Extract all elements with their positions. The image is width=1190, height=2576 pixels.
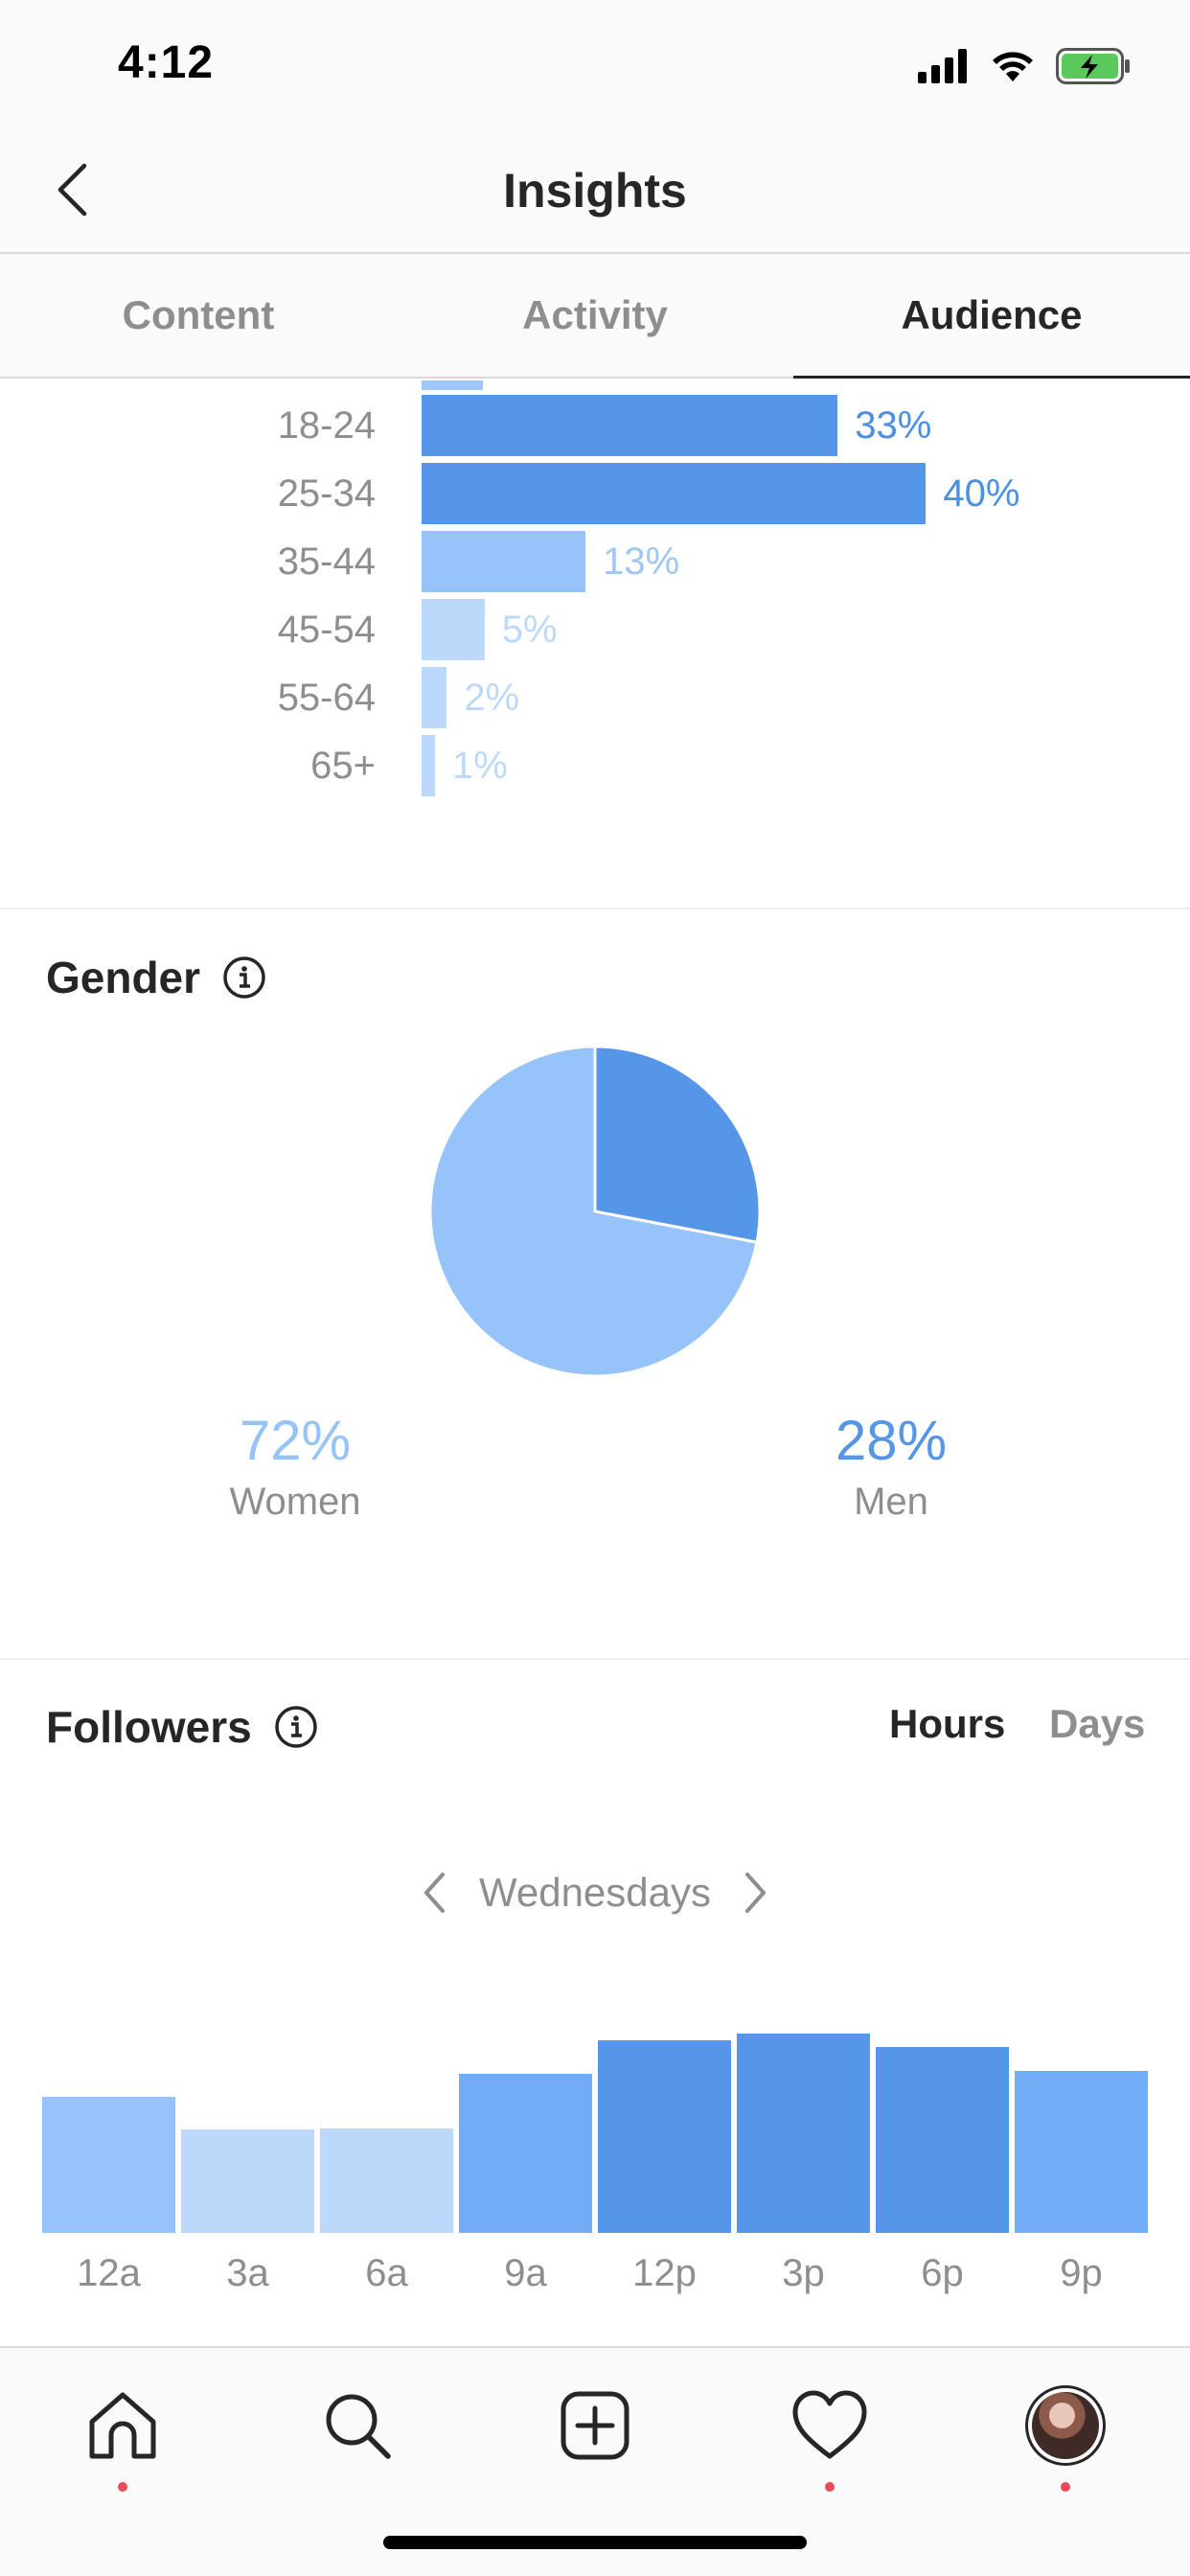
hour-bar — [598, 2040, 731, 2233]
chevron-right-icon[interactable] — [744, 1872, 768, 1914]
hours-toggle[interactable]: Hours — [889, 1701, 1005, 1747]
tab-activity[interactable]: Activity — [397, 254, 793, 377]
age-label: 18-24 — [277, 404, 376, 447]
age-pct-label: 13% — [603, 540, 680, 583]
age-pct-label: 33% — [855, 404, 932, 447]
status-bar: 4:12 — [0, 0, 1190, 125]
tab-search[interactable] — [305, 2373, 410, 2478]
hour-bar — [737, 2034, 870, 2233]
hour-label: 6p — [921, 2252, 964, 2294]
day-label: Wednesdays — [478, 1870, 712, 1915]
gender-section-title: Gender — [46, 952, 267, 1003]
age-bar-partial — [422, 380, 483, 390]
age-label: 45-54 — [277, 609, 376, 651]
hour-bar — [876, 2046, 1009, 2233]
page-title: Insights — [503, 164, 687, 218]
hour-label: 3p — [782, 2252, 825, 2294]
hour-bar — [181, 2128, 314, 2233]
notification-dot — [825, 2482, 835, 2492]
men-label: Men — [854, 1481, 928, 1523]
hour-label: 12p — [632, 2252, 697, 2294]
plus-square-icon — [561, 2391, 629, 2460]
gender-title: Gender — [46, 953, 201, 1002]
wifi-icon — [993, 52, 1033, 81]
age-bar — [422, 395, 838, 456]
age-row: 18-24 33% — [0, 395, 1190, 456]
women-percentage: 72% — [239, 1410, 352, 1472]
gender-women-stat: 72% Women — [103, 1409, 487, 1524]
home-icon — [89, 2392, 156, 2459]
age-bar — [422, 531, 586, 592]
gender-pie-chart — [428, 1045, 762, 1378]
heart-icon — [792, 2390, 867, 2459]
pie-slice-men — [593, 1045, 762, 1244]
avatar — [1025, 2385, 1106, 2466]
home-indicator — [383, 2536, 807, 2549]
age-pct-label: 40% — [943, 472, 1020, 515]
notification-dot — [118, 2482, 127, 2492]
hour-bar — [42, 2097, 175, 2233]
chevron-left-icon[interactable] — [422, 1872, 446, 1914]
status-icons — [918, 42, 1133, 90]
hour-label: 6a — [365, 2252, 408, 2294]
tab-content[interactable]: Content — [0, 254, 397, 377]
age-row: 55-64 2% — [0, 667, 1190, 728]
gender-men-stat: 28% Men — [699, 1409, 1083, 1524]
section-divider — [0, 1658, 1190, 1660]
tab-activity-feed[interactable] — [777, 2373, 882, 2492]
age-bar — [422, 599, 485, 660]
tab-home[interactable] — [70, 2373, 175, 2492]
age-row: 25-34 40% — [0, 463, 1190, 524]
age-row: 65+ 1% — [0, 735, 1190, 796]
hour-bar — [1015, 2070, 1148, 2233]
women-label: Women — [229, 1481, 361, 1523]
age-bar — [422, 735, 435, 796]
hour-bar — [320, 2128, 453, 2233]
hour-label: 12a — [77, 2252, 141, 2294]
tab-profile[interactable] — [1013, 2373, 1118, 2492]
followers-hours-chart: 12a 3a 6a 9a 12p 3p 6p 9p — [42, 2022, 1148, 2300]
info-icon[interactable] — [221, 954, 267, 1000]
age-pct-label: 5% — [501, 609, 558, 651]
section-divider — [0, 908, 1190, 909]
age-pct-label: 2% — [464, 677, 520, 719]
notification-dot — [1061, 2482, 1070, 2492]
hour-label: 9p — [1060, 2252, 1103, 2294]
hour-label: 3a — [226, 2252, 269, 2294]
nav-header: Insights — [0, 125, 1190, 254]
followers-title: Followers — [46, 1702, 252, 1752]
tab-audience[interactable]: Audience — [793, 254, 1190, 379]
age-row: 35-44 13% — [0, 531, 1190, 592]
age-label: 25-34 — [277, 472, 376, 515]
battery-charging-icon — [1056, 48, 1130, 84]
day-selector: Wednesdays — [0, 1859, 1190, 1926]
men-percentage: 28% — [835, 1410, 948, 1472]
age-label: 65+ — [310, 745, 376, 787]
age-row: 45-54 5% — [0, 599, 1190, 660]
age-label: 35-44 — [277, 540, 376, 583]
hour-bar — [459, 2074, 592, 2233]
tab-new-post[interactable] — [542, 2373, 648, 2478]
age-range-chart: 18-24 33% 25-34 40% 35-44 13% 45-54 5% 55-64 2% 65… — [0, 380, 1190, 908]
insights-tabs: Content Activity Audience — [0, 254, 1190, 379]
search-icon — [326, 2394, 391, 2459]
age-pct-label: 1% — [452, 745, 508, 787]
age-bar — [422, 667, 447, 728]
cellular-signal-icon — [918, 49, 967, 83]
days-toggle[interactable]: Days — [1049, 1701, 1145, 1747]
info-icon[interactable] — [273, 1704, 319, 1750]
followers-section-title: Followers — [46, 1701, 319, 1753]
age-bar — [422, 463, 927, 524]
hour-label: 9a — [504, 2252, 547, 2294]
status-time: 4:12 — [118, 37, 215, 88]
age-label: 55-64 — [277, 677, 376, 719]
